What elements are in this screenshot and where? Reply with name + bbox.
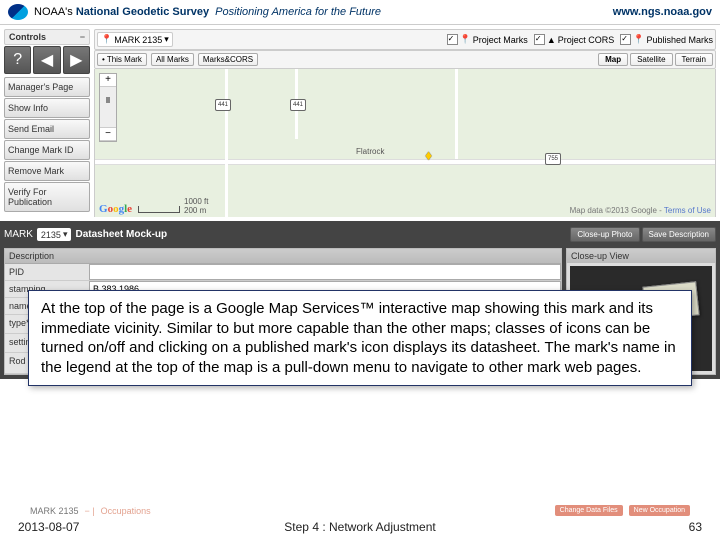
sidebar: Controls − ? ◀ ▶ Manager's Page Show Inf… (4, 29, 90, 217)
map-filter-row: •This Mark All Marks Marks&CORS Map Sate… (94, 50, 716, 69)
map-legend-row: 📍 MARK 2135 ▾ 📍 Project Marks ▲ Project … (94, 29, 716, 50)
sidebar-header[interactable]: Controls − (4, 29, 90, 45)
map-canvas[interactable]: + − 441 441 755 Flatrock ♦ Google 1000 f… (94, 69, 716, 217)
remove-mark-button[interactable]: Remove Mark (4, 161, 90, 181)
checkbox-icon[interactable] (534, 34, 545, 45)
filter-all-marks[interactable]: All Marks (151, 53, 194, 66)
tagline: Positioning America for the Future (215, 6, 381, 18)
zoom-out-button[interactable]: − (100, 128, 116, 141)
show-info-button[interactable]: Show Info (4, 98, 90, 118)
route-755-shield: 755 (545, 153, 561, 165)
bullet-icon: • (102, 55, 105, 64)
collapse-icon[interactable]: − (80, 32, 85, 42)
map-marker[interactable]: ♦ (425, 147, 432, 163)
road-label-flatrock: Flatrock (355, 147, 385, 156)
maptype-map[interactable]: Map (598, 53, 628, 66)
next-button[interactable]: ▶ (63, 46, 90, 74)
mark-dropdown[interactable]: 📍 MARK 2135 ▾ (97, 32, 173, 47)
filter-marks-cors[interactable]: Marks&CORS (198, 53, 258, 66)
new-occupation-button[interactable]: New Occupation (629, 505, 690, 516)
pid-input[interactable] (89, 264, 561, 280)
pin-icon: 📍 (101, 34, 112, 45)
org-name: NOAA's (34, 6, 73, 18)
legend-project-marks[interactable]: 📍 Project Marks (447, 34, 528, 45)
legend-project-cors[interactable]: ▲ Project CORS (534, 34, 614, 45)
chevron-down-icon: ▾ (63, 229, 68, 240)
triangle-icon: ▲ (547, 35, 556, 45)
footer-date: 2013-08-07 (18, 520, 79, 534)
chevron-down-icon: ▾ (164, 34, 169, 45)
map-footer: Google 1000 ft 200 m Map data ©2013 Goog… (95, 195, 715, 217)
closeup-header: Close-up View (567, 249, 715, 263)
help-button[interactable]: ? (4, 46, 31, 74)
pin-icon: 📍 (633, 34, 644, 45)
site-url: www.ngs.noaa.gov (613, 6, 712, 18)
zoom-in-button[interactable]: + (100, 74, 116, 87)
filter-this-mark[interactable]: •This Mark (97, 53, 147, 66)
verify-publication-button[interactable]: Verify For Publication (4, 182, 90, 212)
noaa-logo (8, 4, 28, 20)
lower-ghost-row: MARK 2135 − | Occupations Change Data Fi… (30, 505, 690, 516)
map-area: 📍 MARK 2135 ▾ 📍 Project Marks ▲ Project … (94, 29, 716, 217)
change-mark-id-button[interactable]: Change Mark ID (4, 140, 90, 160)
datasheet-header: MARK 2135 ▾ Datasheet Mock-up Close-up P… (4, 225, 716, 244)
checkbox-icon[interactable] (447, 34, 458, 45)
description-section-header: Description (5, 249, 561, 264)
main-area: Controls − ? ◀ ▶ Manager's Page Show Inf… (0, 25, 720, 221)
footer-page: 63 (689, 520, 702, 534)
terms-link[interactable]: Terms of Use (664, 206, 711, 215)
footer-title: Step 4 : Network Adjustment (284, 520, 435, 534)
managers-page-button[interactable]: Manager's Page (4, 77, 90, 97)
app-name: National Geodetic Survey (76, 6, 209, 18)
datasheet-title: Datasheet Mock-up (75, 229, 167, 240)
prev-button[interactable]: ◀ (33, 46, 60, 74)
scale-bar (138, 206, 180, 213)
route-441-shield: 441 (290, 99, 306, 111)
maptype-satellite[interactable]: Satellite (630, 53, 672, 66)
closeup-photo-button[interactable]: Close-up Photo (570, 227, 639, 242)
google-logo: Google (99, 203, 132, 215)
datasheet-mark-dropdown[interactable]: 2135 ▾ (37, 228, 72, 241)
legend-published-marks[interactable]: 📍 Published Marks (620, 34, 713, 45)
annotation-overlay: At the top of the page is a Google Map S… (28, 290, 692, 386)
pin-icon: 📍 (460, 34, 471, 45)
maptype-terrain[interactable]: Terrain (675, 53, 713, 66)
change-data-files-button[interactable]: Change Data Files (555, 505, 623, 516)
send-email-button[interactable]: Send Email (4, 119, 90, 139)
app-header: NOAA's National Geodetic Survey Position… (0, 0, 720, 25)
save-description-button[interactable]: Save Description (642, 227, 716, 242)
slide-footer: 2013-08-07 Step 4 : Network Adjustment 6… (0, 517, 720, 540)
checkbox-icon[interactable] (620, 34, 631, 45)
zoom-slider[interactable] (100, 87, 116, 128)
route-441-shield: 441 (215, 99, 231, 111)
zoom-control[interactable]: + − (99, 73, 117, 142)
